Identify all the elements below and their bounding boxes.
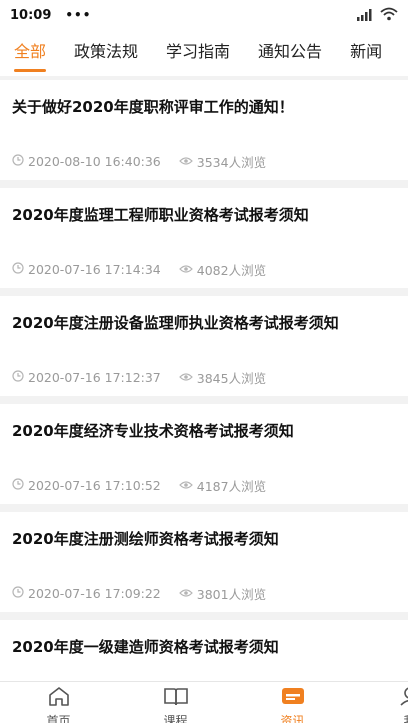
tab-all[interactable]: 全部 — [0, 30, 60, 76]
article-card[interactable]: 2020年度注册测绘师资格考试报考须知 2020-07-16 17:09:22 … — [0, 512, 408, 612]
eye-icon — [178, 586, 193, 601]
book-icon — [163, 686, 189, 710]
eye-icon — [178, 262, 193, 277]
nav-home-label: 首页 — [46, 714, 71, 723]
article-title: 2020年度注册测绘师资格考试报考须知 — [12, 530, 279, 548]
nav-news[interactable]: 资讯 — [234, 682, 351, 723]
article-meta: 2020-07-16 17:09:22 3801人浏览 — [12, 584, 266, 603]
eye-icon — [178, 478, 193, 493]
status-dots: ••• — [65, 8, 92, 22]
tab-policy[interactable]: 政策法规 — [60, 30, 152, 76]
article-title: 2020年度监理工程师职业资格考试报考须知 — [12, 206, 309, 224]
article-time: 2020-08-10 16:40:36 — [28, 154, 161, 169]
tab-news[interactable]: 新闻 — [336, 30, 396, 76]
article-views: 3534人浏览 — [196, 155, 267, 170]
nav-profile-label: 我 — [403, 712, 408, 723]
article-title: 2020年度注册设备监理师执业资格考试报考须知 — [12, 314, 339, 332]
clock-icon — [12, 478, 24, 493]
wifi-icon — [380, 6, 398, 25]
article-time: 2020-07-16 17:14:34 — [28, 262, 161, 277]
nav-home[interactable]: 首页 — [0, 682, 117, 723]
article-card[interactable]: 2020年度监理工程师职业资格考试报考须知 2020-07-16 17:14:3… — [0, 188, 408, 288]
bottom-tab-bar: 首页 课程 资讯 我 — [0, 681, 408, 723]
article-time: 2020-07-16 17:10:52 — [28, 478, 161, 493]
article-time: 2020-07-16 17:12:37 — [28, 370, 161, 385]
clock-icon — [12, 154, 24, 169]
article-title: 2020年度一级建造师资格考试报考须知 — [12, 638, 279, 656]
clock-icon — [12, 586, 24, 601]
nav-courses[interactable]: 课程 — [117, 682, 234, 723]
article-meta: 2020-08-10 16:40:36 3534人浏览 — [12, 152, 266, 171]
article-card[interactable]: 关于做好2020年度职称评审工作的通知！ 2020-08-10 16:40:36… — [0, 80, 408, 180]
news-icon — [280, 686, 306, 710]
article-card[interactable]: 2020年度经济专业技术资格考试报考须知 2020-07-16 17:10:52… — [0, 404, 408, 504]
nav-courses-label: 课程 — [163, 714, 188, 723]
article-views: 3801人浏览 — [196, 587, 267, 602]
tab-study-guide[interactable]: 学习指南 — [152, 30, 244, 76]
article-time: 2020-07-16 17:09:22 — [28, 586, 161, 601]
article-title: 关于做好2020年度职称评审工作的通知！ — [12, 98, 294, 116]
article-views: 3845人浏览 — [196, 371, 267, 386]
article-list: 关于做好2020年度职称评审工作的通知！ 2020-08-10 16:40:36… — [0, 80, 408, 723]
clock-icon — [12, 370, 24, 385]
nav-news-label: 资讯 — [280, 714, 305, 723]
eye-icon — [178, 370, 193, 385]
status-bar: 10:09 ••• — [0, 0, 408, 30]
article-meta: 2020-07-16 17:12:37 3845人浏览 — [12, 368, 266, 387]
status-time: 10:09 — [10, 7, 52, 23]
article-meta: 2020-07-16 17:10:52 4187人浏览 — [12, 476, 266, 495]
category-tabs: 全部 政策法规 学习指南 通知公告 新闻 — [0, 30, 408, 76]
article-views: 4082人浏览 — [196, 263, 267, 278]
eye-icon — [178, 154, 193, 169]
signal-icon — [356, 6, 374, 25]
article-meta: 2020-07-16 17:14:34 4082人浏览 — [12, 260, 266, 279]
article-views: 4187人浏览 — [196, 479, 267, 494]
profile-icon — [398, 686, 408, 710]
tab-notices[interactable]: 通知公告 — [244, 30, 336, 76]
home-icon — [47, 686, 71, 710]
article-title: 2020年度经济专业技术资格考试报考须知 — [12, 422, 294, 440]
nav-profile[interactable]: 我 — [351, 682, 408, 723]
clock-icon — [12, 262, 24, 277]
article-card[interactable]: 2020年度注册设备监理师执业资格考试报考须知 2020-07-16 17:12… — [0, 296, 408, 396]
